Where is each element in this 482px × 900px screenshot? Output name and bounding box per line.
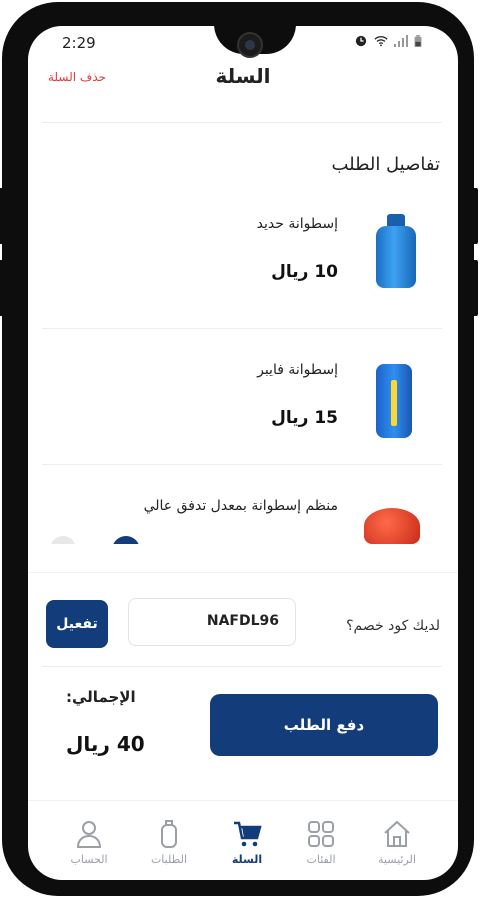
nav-label: الفئات (306, 853, 336, 866)
coupon-code-input[interactable]: NAFDL96 (128, 598, 296, 646)
cylinder-icon (161, 820, 177, 848)
divider (42, 328, 442, 329)
order-details-title: تفاصيل الطلب (331, 154, 440, 175)
status-icons (354, 35, 422, 47)
side-button (0, 188, 4, 244)
nav-item-account[interactable]: الحساب (54, 819, 124, 866)
clear-cart-link[interactable]: حذف السلة (48, 70, 106, 84)
grid-icon (308, 821, 334, 847)
nav-item-orders[interactable]: الطلبات (134, 819, 204, 866)
regulator-image (364, 508, 420, 544)
activate-coupon-button[interactable]: تفعيل (46, 600, 108, 648)
divider (42, 666, 442, 667)
camera (237, 32, 263, 58)
battery-icon (414, 35, 422, 47)
app-screen: 2:29 السلة حذف السلة تفاصيل الطلب إسطوان… (28, 26, 458, 880)
bottom-nav: الحساب الطلبات السلة الفئات الرئيسية (28, 800, 458, 880)
scroll-fade (28, 544, 458, 570)
nav-label: السلة (231, 853, 263, 866)
total-value: 40 ريال (66, 732, 145, 756)
total-label: الإجمالي: (66, 688, 136, 706)
item-name: منظم إسطوانة بمعدل تدفق عالي (143, 498, 338, 514)
divider (28, 572, 458, 573)
item-price: 15 ريال (271, 408, 338, 428)
cart-icon (234, 821, 262, 847)
nav-label: الرئيسية (378, 853, 416, 866)
nav-item-categories[interactable]: الفئات (286, 819, 356, 866)
status-time: 2:29 (62, 34, 96, 52)
signal-icon (394, 35, 408, 47)
item-price: 10 ريال (271, 262, 338, 282)
phone-frame: 2:29 السلة حذف السلة تفاصيل الطلب إسطوان… (0, 2, 478, 896)
nav-item-home[interactable]: الرئيسية (362, 819, 432, 866)
coupon-label: لديك كود خصم؟ (346, 618, 440, 634)
pay-order-button[interactable]: دفع الطلب (210, 694, 438, 756)
nav-item-cart[interactable]: السلة (212, 819, 282, 866)
side-button (472, 188, 478, 244)
divider (42, 464, 442, 465)
divider (42, 122, 442, 123)
wifi-icon (374, 36, 388, 47)
user-icon (76, 821, 102, 848)
item-name: إسطوانة فايبر (257, 362, 338, 378)
nav-label: الحساب (70, 853, 108, 866)
home-icon (384, 820, 410, 847)
fiber-cylinder-image (376, 364, 412, 438)
steel-cylinder-image (376, 214, 416, 288)
alarm-icon (355, 35, 367, 47)
side-button (472, 260, 478, 316)
item-name: إسطوانة حديد (256, 216, 338, 232)
side-button (0, 260, 4, 316)
nav-label: الطلبات (150, 853, 188, 866)
